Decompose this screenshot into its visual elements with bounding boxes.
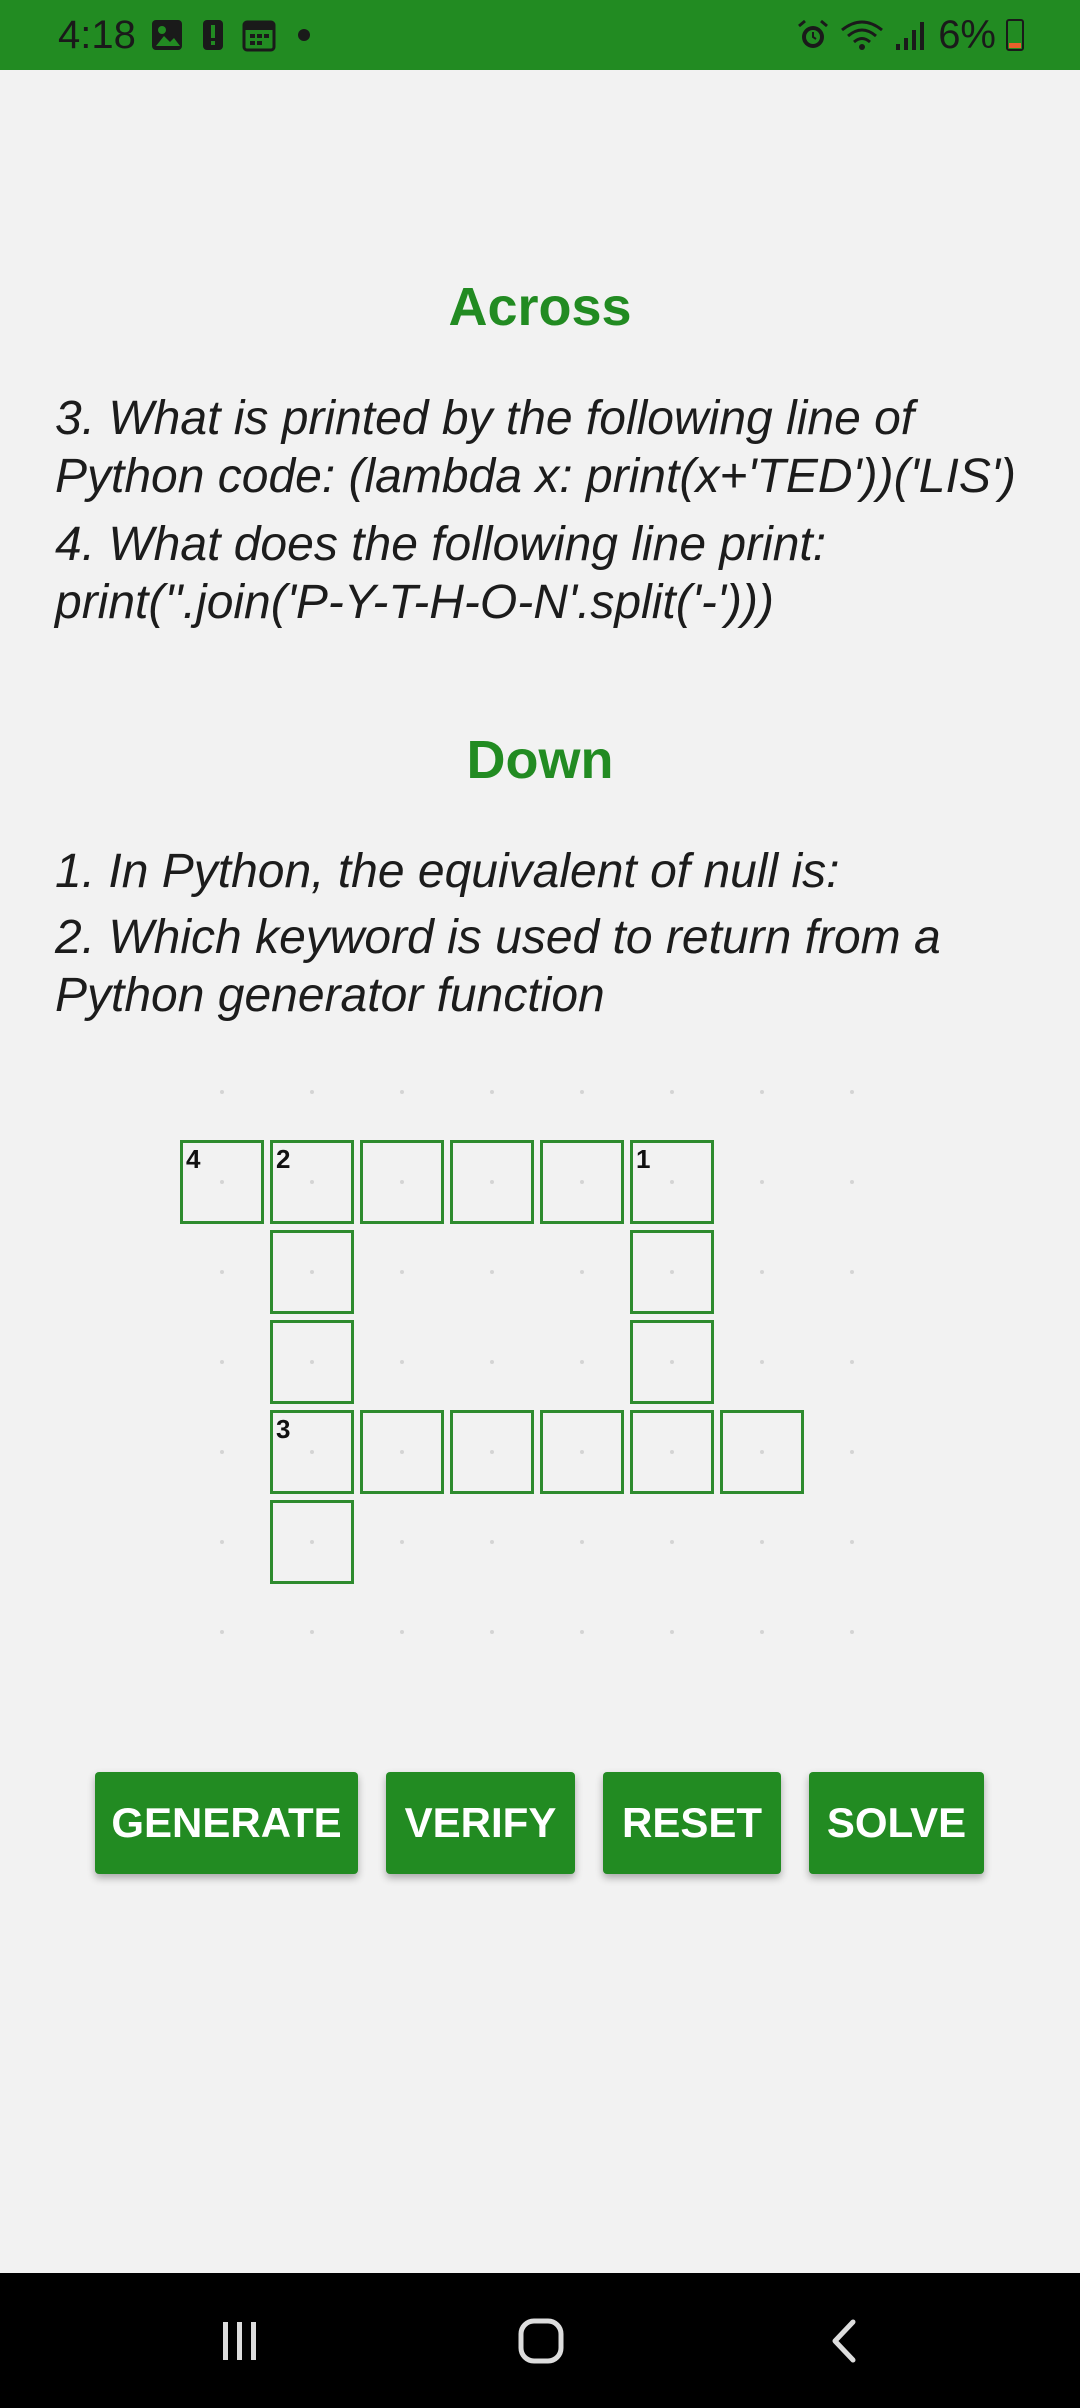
cell-number: 3 <box>276 1414 291 1444</box>
grid-dot <box>850 1360 854 1364</box>
dot-icon <box>298 29 310 41</box>
grid-dot <box>490 1270 494 1274</box>
grid-dot <box>490 1360 494 1364</box>
crossword-cell[interactable] <box>720 1410 804 1494</box>
crossword-cell[interactable] <box>270 1320 354 1404</box>
grid-dot <box>760 1270 764 1274</box>
grid-dot <box>310 1630 314 1634</box>
grid-dot <box>580 1540 584 1544</box>
grid-dot <box>400 1540 404 1544</box>
crossword-cell[interactable]: 4 <box>180 1140 264 1224</box>
down-clue-1: 1. In Python, the equivalent of null is: <box>55 845 840 898</box>
crossword-cell[interactable] <box>450 1410 534 1494</box>
grid-dot <box>760 1360 764 1364</box>
generate-button[interactable]: GENERATE <box>95 1772 358 1874</box>
grid-dot <box>760 1630 764 1634</box>
reset-button[interactable]: RESET <box>603 1772 781 1874</box>
crossword-cell[interactable]: 1 <box>630 1140 714 1224</box>
grid-dot <box>400 1360 404 1364</box>
crossword-cell[interactable] <box>630 1230 714 1314</box>
down-heading: Down <box>466 730 614 790</box>
cell-number: 4 <box>186 1144 201 1174</box>
grid-dot <box>220 1090 224 1094</box>
down-clue-2: 2. Which keyword is used to return from … <box>55 911 941 1022</box>
signal-icon <box>896 22 925 50</box>
crossword-cell[interactable] <box>360 1410 444 1494</box>
grid-dot <box>850 1630 854 1634</box>
wifi-icon <box>841 20 884 50</box>
cell-number: 2 <box>276 1144 291 1174</box>
solve-button[interactable]: SOLVE <box>809 1772 984 1874</box>
crossword-cell[interactable] <box>540 1410 624 1494</box>
crossword-cell[interactable] <box>270 1230 354 1314</box>
calendar-icon <box>242 20 276 52</box>
grid-dot <box>670 1090 674 1094</box>
grid-dot <box>400 1090 404 1094</box>
alert-icon <box>203 20 223 50</box>
alarm-icon <box>798 19 829 48</box>
cell-number: 1 <box>636 1144 651 1174</box>
crossword-cell[interactable] <box>270 1500 354 1584</box>
crossword-cell[interactable]: 2 <box>270 1140 354 1224</box>
grid-dot <box>400 1270 404 1274</box>
across-clue-4: 4. What does the following line print: p… <box>55 518 827 629</box>
grid-dot <box>220 1270 224 1274</box>
status-time: 4:18 <box>58 13 136 57</box>
grid-dot <box>220 1360 224 1364</box>
grid-dot <box>760 1090 764 1094</box>
grid-dot <box>850 1270 854 1274</box>
battery-icon <box>1006 19 1024 51</box>
system-icons: 6% <box>796 10 1024 60</box>
crossword-cell[interactable] <box>630 1320 714 1404</box>
grid-dot <box>220 1450 224 1454</box>
grid-dot <box>400 1630 404 1634</box>
crossword-cell[interactable] <box>630 1410 714 1494</box>
crossword-cell[interactable] <box>540 1140 624 1224</box>
grid-dot <box>490 1630 494 1634</box>
grid-dot <box>490 1090 494 1094</box>
crossword-cell[interactable] <box>360 1140 444 1224</box>
grid-dot <box>490 1540 494 1544</box>
image-icon <box>152 20 182 50</box>
back-icon[interactable] <box>774 2273 914 2408</box>
grid-dot <box>580 1630 584 1634</box>
navigation-bar <box>0 2273 1080 2408</box>
grid-dot <box>580 1090 584 1094</box>
grid-dot <box>310 1090 314 1094</box>
grid-dot <box>760 1540 764 1544</box>
verify-button[interactable]: VERIFY <box>386 1772 575 1874</box>
grid-dot <box>850 1090 854 1094</box>
battery-percentage: 6% <box>938 13 996 57</box>
home-icon[interactable] <box>471 2273 611 2408</box>
grid-dot <box>850 1540 854 1544</box>
grid-dot <box>850 1450 854 1454</box>
grid-dot <box>580 1270 584 1274</box>
grid-dot <box>760 1180 764 1184</box>
grid-dot <box>580 1360 584 1364</box>
across-heading: Across <box>448 277 632 337</box>
grid-dot <box>220 1630 224 1634</box>
recents-icon[interactable] <box>170 2273 310 2408</box>
grid-dot <box>670 1630 674 1634</box>
across-clue-3: 3. What is printed by the following line… <box>55 392 1016 503</box>
crossword-grid: 4 2 1 3 <box>0 1090 1080 1700</box>
crossword-cell[interactable] <box>450 1140 534 1224</box>
grid-dot <box>220 1540 224 1544</box>
status-bar: 4:18 6% <box>0 0 1080 70</box>
notification-icons <box>150 18 310 52</box>
grid-dot <box>670 1540 674 1544</box>
crossword-cell[interactable]: 3 <box>270 1410 354 1494</box>
grid-dot <box>850 1180 854 1184</box>
